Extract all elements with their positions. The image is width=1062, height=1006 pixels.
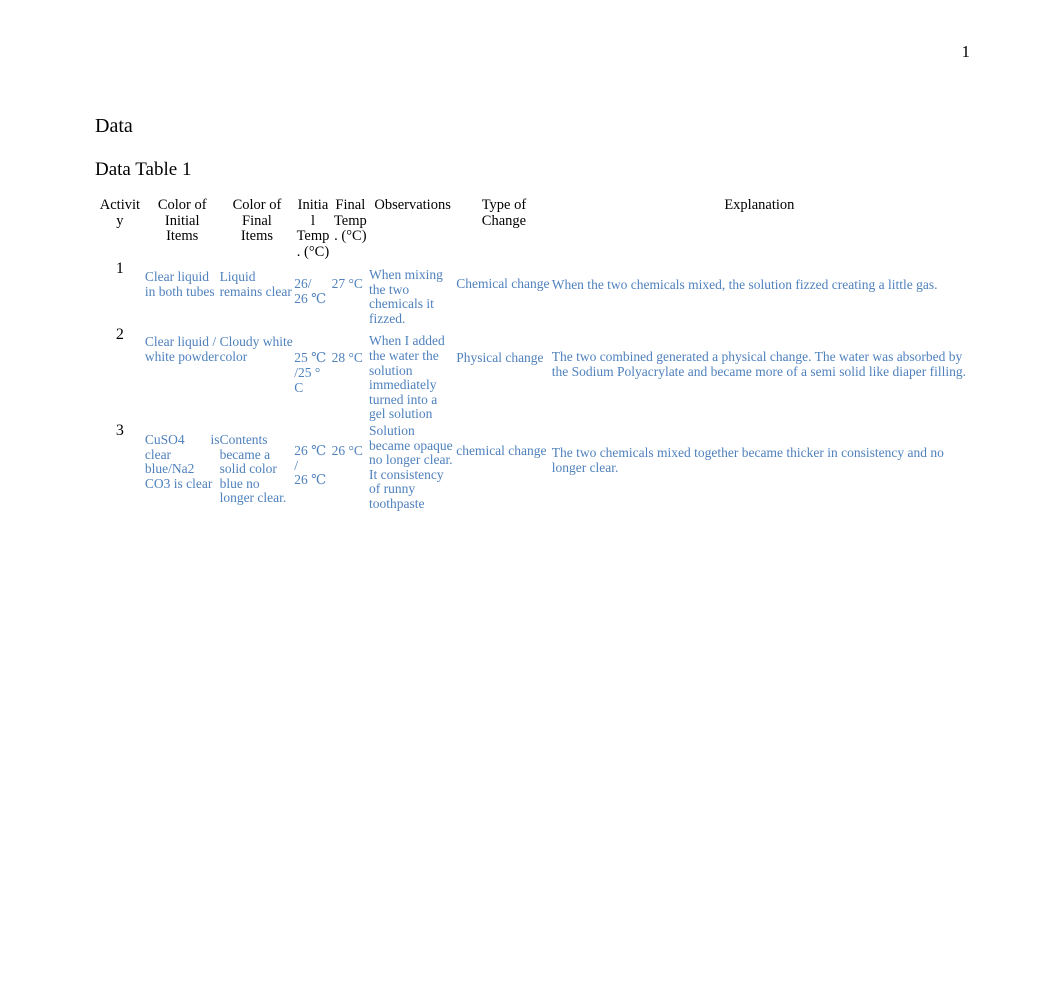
cell-color-of-initial-items: Clear liquid / white powder [144,334,219,364]
column-header-initial-temp: Initia l Temp . (°C) [296,197,330,260]
cell-color-of-final-items: Cloudy white color [219,334,293,364]
cell-initial-temp: 26 ℃ / 26 ℃ [294,442,327,488]
cell-observations: When mixing the two chemicals it fizzed. [369,267,443,326]
table-header-row: Activit y Color of Initial Items Color o… [95,197,967,260]
table-title: Data Table 1 [95,159,192,180]
table-body: 1 Clear liquid in both tubes Liquid rema… [95,260,967,512]
cell-explanation: When the two chemicals mixed, the soluti… [551,277,938,292]
table-header: Activit y Color of Initial Items Color o… [95,197,967,260]
cell-activity: 1 [115,260,124,277]
cell-color-of-final-items: Contents became a solid color blue no lo… [219,431,287,506]
column-header-explanation: Explanation [724,197,795,213]
cell-final-temp: 27 °C [331,276,363,291]
column-header-activity: Activit y [99,197,141,229]
cell-color-of-final-items: Liquid remains clear [219,269,292,299]
cell-observations: Solution became opaque no longer clear. … [369,422,453,511]
cell-color-of-initial-items: Clear liquid in both tubes [144,269,215,299]
page-number: 1 [961,42,971,61]
cell-activity: 3 [115,421,124,439]
column-header-observations: Observations [374,197,451,213]
cell-type-of-change: chemical change [456,442,547,458]
cell-activity: 2 [115,326,124,344]
cell-color-of-initial-items: CuSO4 is clear blue/Na2 CO3 is clear [144,431,220,491]
cell-final-temp: 28 °C [331,350,363,366]
cell-final-temp: 26 °C [331,442,363,458]
cell-type-of-change: Chemical change [456,276,550,291]
cell-initial-temp: 25 ℃ /25 ° C [294,350,327,395]
column-header-type-of-change: Type of Change [481,197,527,229]
page-title: Data [95,115,133,137]
cell-observations: When I added the water the solution imme… [369,333,445,422]
table-row: 2 Clear liquid / white powder Cloudy whi… [95,326,967,422]
cell-type-of-change: Physical change [456,350,544,366]
column-header-color-of-initial-items: Color of Initial Items [157,197,207,244]
data-table-1: Activit y Color of Initial Items Color o… [95,197,967,512]
column-header-color-of-final-items: Color of Final Items [232,197,282,244]
table-row: 3 CuSO4 is clear blue/Na2 CO3 is clear C… [95,422,967,512]
cell-explanation: The two combined generated a physical ch… [551,349,966,379]
table-row: 1 Clear liquid in both tubes Liquid rema… [95,260,967,326]
column-header-final-temp: Final Temp . (°C) [333,197,367,244]
cell-initial-temp: 26/ 26 ℃ [294,276,327,306]
cell-explanation: The two chemicals mixed together became … [551,444,944,475]
